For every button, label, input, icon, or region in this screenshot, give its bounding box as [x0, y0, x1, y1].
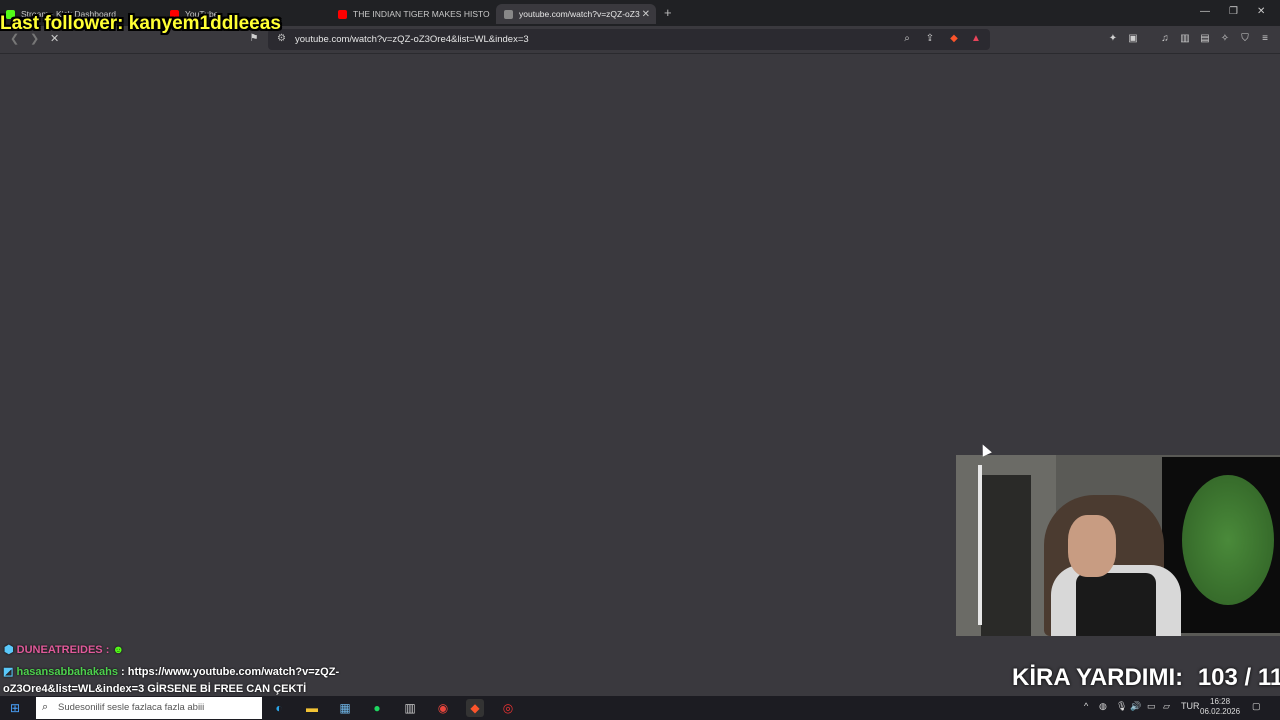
obs-icon[interactable]: ◎	[499, 699, 517, 717]
extensions-icon[interactable]: ✦	[1107, 33, 1119, 45]
share-icon[interactable]: ⇪	[924, 33, 936, 45]
taskbar: ⊞ ⌕ Sudesonilif sesle fazlaca fazla abii…	[0, 696, 1280, 720]
calculator-icon[interactable]: ▥	[401, 699, 419, 717]
edge-icon[interactable]: ◐	[270, 699, 288, 717]
last-follower-overlay: Last follower: kanyem1ddleeas	[0, 13, 281, 34]
emote-icon: ☻	[112, 644, 125, 656]
search-text: Sudesonilif sesle fazlaca fazla abiii	[58, 702, 205, 713]
tab-label: youtube.com/watch?v=zQZ-oZ3	[519, 9, 640, 19]
kira-label: KİRA YARDIMI:	[1012, 664, 1184, 691]
media-icon[interactable]: ♫	[1159, 33, 1171, 45]
screenshot-icon[interactable]: ▣	[1127, 33, 1139, 45]
kira-value: 103 / 110	[1197, 664, 1280, 691]
sidebar-icon[interactable]: ▥	[1179, 33, 1191, 45]
address-bar[interactable]: ⚙ youtube.com/watch?v=zQZ-oZ3Ore4&list=W…	[268, 29, 990, 50]
network-icon[interactable]: ▭	[1147, 701, 1156, 712]
brave-shields-icon[interactable]: ◆	[948, 33, 960, 45]
kira-goal-overlay: KİRA YARDIMI: 103 / 110	[1012, 664, 1280, 692]
tray-expand-icon[interactable]: ^	[1084, 701, 1088, 711]
clock[interactable]: 16:28 06.02.2026	[1200, 697, 1240, 717]
volume-icon[interactable]: 🔊	[1130, 701, 1141, 712]
new-tab-button[interactable]: +	[664, 5, 672, 20]
youtube-icon	[338, 9, 347, 19]
url-text: youtube.com/watch?v=zQZ-oZ3Ore4&list=WL&…	[295, 34, 529, 45]
close-window-button[interactable]: ✕	[1257, 6, 1265, 17]
taskbar-search[interactable]: ⌕ Sudesonilif sesle fazlaca fazla abiii	[36, 697, 262, 719]
leo-ai-icon[interactable]: ✧	[1219, 33, 1231, 45]
badge-icon: ◩	[3, 666, 14, 678]
badge-icon: ⬢	[4, 644, 14, 656]
chrome-icon[interactable]: ◉	[434, 699, 452, 717]
clock-time: 16:28	[1210, 697, 1231, 706]
vpn-icon[interactable]: ⛉	[1239, 33, 1251, 45]
chat-username: hasansabbahakahs	[16, 666, 118, 678]
menu-icon[interactable]: ≡	[1259, 33, 1271, 45]
search-icon: ⌕	[42, 701, 49, 713]
clock-date: 06.02.2026	[1200, 707, 1241, 716]
notification-icon[interactable]: ▢	[1252, 701, 1261, 712]
close-tab-icon[interactable]: ✕	[642, 9, 650, 20]
chat-username: DUNEATREIDES :	[16, 644, 110, 656]
battery-icon[interactable]: ▱	[1163, 701, 1170, 712]
brave-rewards-icon[interactable]: ▲	[970, 33, 982, 45]
tab-indian-tiger[interactable]: THE INDIAN TIGER MAKES HISTORY!!	[334, 4, 490, 24]
chat-message: ◩ hasansabbahakahs : https://www.youtube…	[3, 664, 363, 698]
file-explorer-icon[interactable]: ▬	[303, 699, 321, 717]
zoom-icon[interactable]: ⌕	[901, 33, 913, 45]
spotify-icon[interactable]: ●	[368, 699, 386, 717]
brave-icon[interactable]: ◆	[466, 699, 484, 717]
loading-icon	[504, 9, 513, 19]
start-icon[interactable]: ⊞	[6, 699, 24, 717]
chat-message: ⬢ DUNEATREIDES : ☻	[4, 643, 124, 656]
minimize-button[interactable]: —	[1200, 6, 1210, 17]
mail-icon[interactable]: ▦	[336, 699, 354, 717]
tray-app-icon[interactable]: ◍	[1099, 701, 1107, 712]
tab-label: THE INDIAN TIGER MAKES HISTORY!!	[353, 9, 490, 19]
microphone-icon[interactable]: 🎙	[1116, 701, 1127, 712]
wallet-icon[interactable]: ▤	[1199, 33, 1211, 45]
webcam-feed	[956, 455, 1280, 636]
input-language[interactable]: TUR	[1181, 701, 1200, 711]
tab-active-youtube-watch[interactable]: youtube.com/watch?v=zQZ-oZ3 ✕	[496, 4, 656, 24]
restore-button[interactable]: ❐	[1229, 6, 1238, 17]
